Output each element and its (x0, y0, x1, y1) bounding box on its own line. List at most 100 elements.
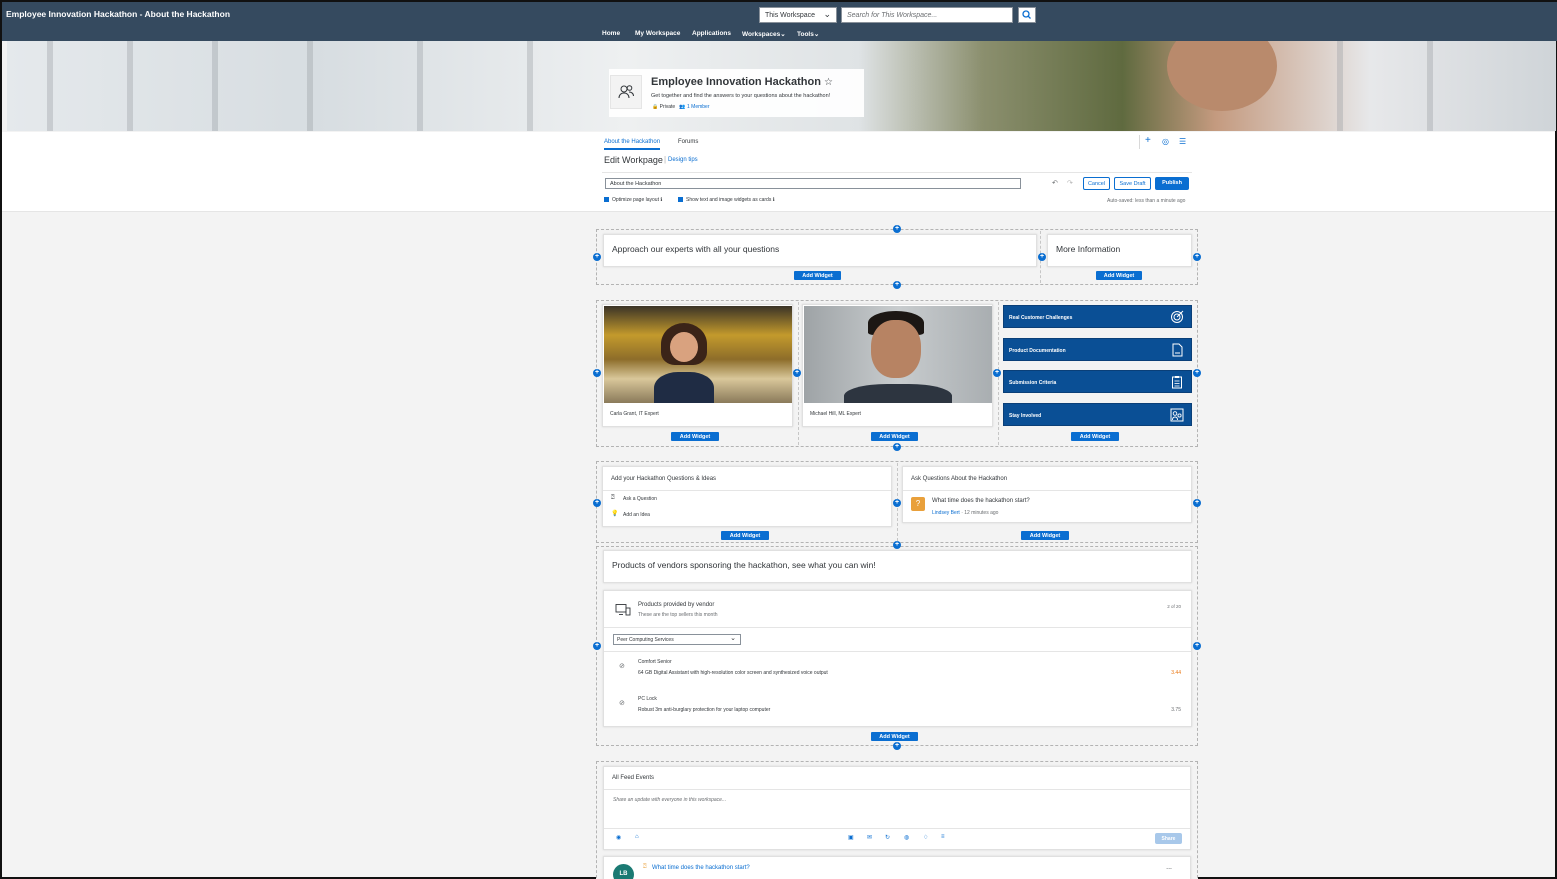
info-icon: ℹ (772, 197, 775, 203)
chevron-down-icon: ⌄ (730, 635, 736, 642)
product-row[interactable]: ⊘ PC Lock Robust 3m anti-burglary protec… (604, 692, 1191, 722)
add-section-icon[interactable]: + (893, 541, 901, 549)
add-widget-button[interactable]: Add Widget (1071, 432, 1119, 441)
nav-my-workspace[interactable]: My Workspace (635, 30, 680, 37)
add-section-icon[interactable]: + (893, 281, 901, 289)
design-tips-link[interactable]: Design tips (668, 157, 698, 163)
add-column-icon[interactable]: + (593, 369, 601, 377)
add-icon[interactable]: + (1145, 135, 1151, 146)
add-widget-button[interactable]: Add Widget (1021, 531, 1069, 540)
optimize-layout-checkbox[interactable]: Optimize page layout ℹ (604, 197, 662, 203)
add-column-icon[interactable]: + (793, 369, 801, 377)
add-column-icon[interactable]: + (593, 499, 601, 507)
search-scope-select[interactable]: This Workspace ⌄ (759, 7, 837, 23)
tab-about-the-hackathon[interactable]: About the Hackathon (604, 139, 661, 150)
expert-card-michael[interactable]: Michael Hill, ML Expert (802, 304, 993, 427)
add-section-icon[interactable]: + (893, 225, 901, 233)
favorite-star-icon[interactable]: ☆ (824, 77, 833, 88)
tag-icon[interactable]: ⌂ (635, 834, 639, 840)
settings-icon[interactable]: ◎ (1162, 137, 1169, 146)
nav-home[interactable]: Home (602, 30, 620, 37)
add-widget-button[interactable]: Add Widget (871, 732, 918, 741)
bold-icon[interactable]: ▣ (848, 834, 854, 841)
search-input[interactable]: Search for This Workspace... (841, 7, 1013, 23)
add-widget-button[interactable]: Add Widget (1096, 271, 1142, 280)
app-title: Employee Innovation Hackathon - About th… (6, 9, 231, 19)
expert-photo-michael (804, 306, 992, 403)
link-icon[interactable]: ↻ (885, 834, 890, 841)
more-options-icon[interactable]: ... (1166, 864, 1172, 871)
optimize-layout-label: Optimize page layout (612, 197, 659, 203)
add-column-icon[interactable]: + (1193, 499, 1201, 507)
add-widget-button[interactable]: Add Widget (671, 432, 719, 441)
author-link[interactable]: Lindsey Bert (932, 510, 960, 516)
question-type-icon: ? (911, 497, 925, 511)
expert-photo-carla (604, 306, 792, 403)
undo-icon[interactable]: ↶ (1052, 179, 1058, 187)
add-column-icon[interactable]: + (1193, 369, 1201, 377)
devices-icon (615, 604, 631, 616)
cancel-button[interactable]: Cancel (1083, 177, 1110, 190)
vendor-select[interactable]: Peer Computing Services ⌄ (613, 634, 741, 645)
add-column-icon[interactable]: + (593, 253, 601, 261)
share-button[interactable]: Share (1155, 833, 1182, 844)
add-widget-button[interactable]: Add Widget (871, 432, 918, 441)
add-idea-link[interactable]: Add an Idea (623, 512, 650, 518)
tile-real-customer-challenges[interactable]: Real Customer Challenges (1003, 305, 1192, 328)
members-link[interactable]: 1 Member (687, 104, 710, 110)
more-info-text: More Information (1056, 244, 1121, 254)
mention-icon[interactable]: ◉ (616, 834, 621, 841)
tile-label: Product Documentation (1009, 348, 1066, 354)
attach-icon[interactable]: ✉ (867, 834, 872, 841)
feed-update-input[interactable]: Share an update with everyone in this wo… (608, 793, 1188, 827)
location-icon[interactable]: ♢ (923, 834, 928, 841)
publish-button[interactable]: Publish (1155, 177, 1189, 190)
autosave-status: Auto-saved: less than a minute ago (1107, 198, 1186, 204)
nav-tools[interactable]: Tools⌄ (797, 30, 819, 38)
redo-icon[interactable]: ↷ (1067, 179, 1073, 187)
workspace-description: Get together and find the answers to you… (651, 93, 831, 99)
products-subtitle: These are the top sellers this month (638, 612, 718, 618)
tab-forums[interactable]: Forums (678, 139, 698, 145)
feed-title: All Feed Events (612, 775, 655, 781)
add-column-icon[interactable]: + (1193, 253, 1201, 261)
tile-submission-criteria[interactable]: Submission Criteria (1003, 370, 1192, 393)
ask-question-link[interactable]: Ask a Question (623, 496, 657, 502)
tile-stay-involved[interactable]: Stay Involved (1003, 403, 1192, 426)
product-desc: 64 GB Digital Assistant with high-resolu… (638, 670, 828, 676)
add-column-icon[interactable]: + (1038, 253, 1046, 261)
save-draft-button[interactable]: Save Draft (1114, 177, 1151, 190)
tile-label: Stay Involved (1009, 413, 1042, 419)
add-widget-button[interactable]: Add Widget (794, 271, 841, 280)
tile-product-documentation[interactable]: Product Documentation (1003, 338, 1192, 361)
add-column-icon[interactable]: + (1193, 642, 1201, 650)
add-section-icon[interactable]: + (893, 742, 901, 750)
lightbulb-icon: 💡 (611, 511, 619, 517)
add-column-icon[interactable]: + (893, 499, 901, 507)
expert-card-carla[interactable]: Carla Grant, IT Expert (602, 304, 793, 427)
products-text: Products of vendors sponsoring the hacka… (612, 560, 876, 570)
poll-icon[interactable]: ◍ (904, 834, 909, 841)
list-icon[interactable]: ≡ (941, 834, 945, 840)
page-name-input[interactable]: About the Hackathon (605, 178, 1021, 189)
search-scope-label: This Workspace (765, 12, 816, 19)
product-icon: ⊘ (619, 663, 625, 670)
ask-question-icon: ⍰ (611, 495, 615, 501)
add-column-icon[interactable]: + (993, 369, 1001, 377)
product-row[interactable]: ⊘ Comfort Senior 64 GB Digital Assistant… (604, 655, 1191, 685)
avatar[interactable]: LB (613, 864, 634, 879)
cards-checkbox[interactable]: Show text and image widgets as cards ℹ (678, 197, 775, 203)
menu-icon[interactable]: ☰ (1179, 137, 1186, 146)
question-link[interactable]: What time does the hackathon start? (932, 498, 1030, 504)
add-widget-button[interactable]: Add Widget (721, 531, 769, 540)
product-name: PC Lock (638, 696, 657, 702)
add-column-icon[interactable]: + (593, 642, 601, 650)
question-time: · 12 minutes ago (961, 510, 999, 516)
text-widget-approach: Approach our experts with all your quest… (603, 234, 1037, 267)
search-button[interactable] (1018, 7, 1036, 23)
add-section-icon[interactable]: + (893, 443, 901, 451)
target-icon (1171, 310, 1184, 323)
feed-post-link[interactable]: What time does the hackathon start? (652, 865, 750, 871)
nav-applications[interactable]: Applications (692, 30, 731, 37)
nav-workspaces[interactable]: Workspaces⌄ (742, 30, 786, 38)
